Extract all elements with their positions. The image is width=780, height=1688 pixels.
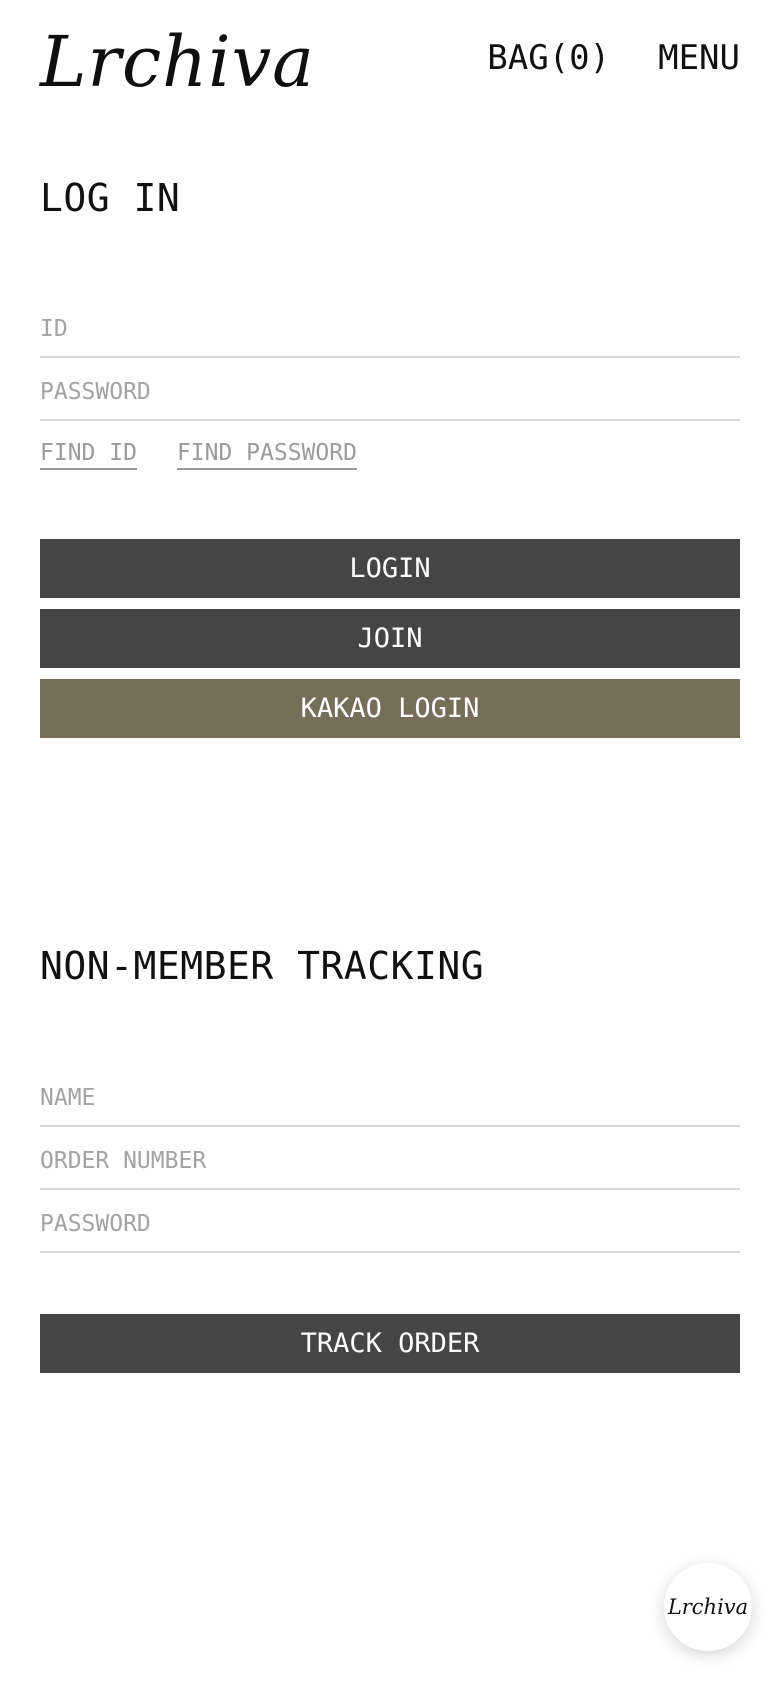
find-links: FIND ID FIND PASSWORD [40,440,357,470]
join-button[interactable]: JOIN [40,609,740,668]
password-field-wrapper [40,359,740,421]
brand-logo[interactable]: Lrchiva [40,22,315,102]
login-title: LOG IN [40,176,181,220]
tracking-password-input[interactable] [40,1211,740,1237]
menu-button[interactable]: MENU [658,38,740,78]
kakao-login-button[interactable]: KAKAO LOGIN [40,679,740,738]
header-nav: BAG(0) MENU [487,38,740,78]
order-number-field-wrapper [40,1128,740,1190]
track-order-button[interactable]: TRACK ORDER [40,1314,740,1373]
name-field-wrapper [40,1065,740,1127]
find-id-link[interactable]: FIND ID [40,440,137,470]
bag-link[interactable]: BAG(0) [487,38,610,78]
password-input[interactable] [40,379,740,405]
name-input[interactable] [40,1085,740,1111]
find-password-link[interactable]: FIND PASSWORD [176,440,357,470]
order-number-input[interactable] [40,1148,740,1174]
login-button[interactable]: LOGIN [40,539,740,598]
site-header: Lrchiva BAG(0) MENU [40,22,740,102]
tracking-password-field-wrapper [40,1191,740,1253]
id-input[interactable] [40,316,740,342]
floating-logo-button[interactable]: Lrchiva [664,1563,752,1651]
tracking-title: NON-MEMBER TRACKING [40,944,485,988]
floating-logo-text: Lrchiva [667,1595,749,1619]
id-field-wrapper [40,296,740,358]
